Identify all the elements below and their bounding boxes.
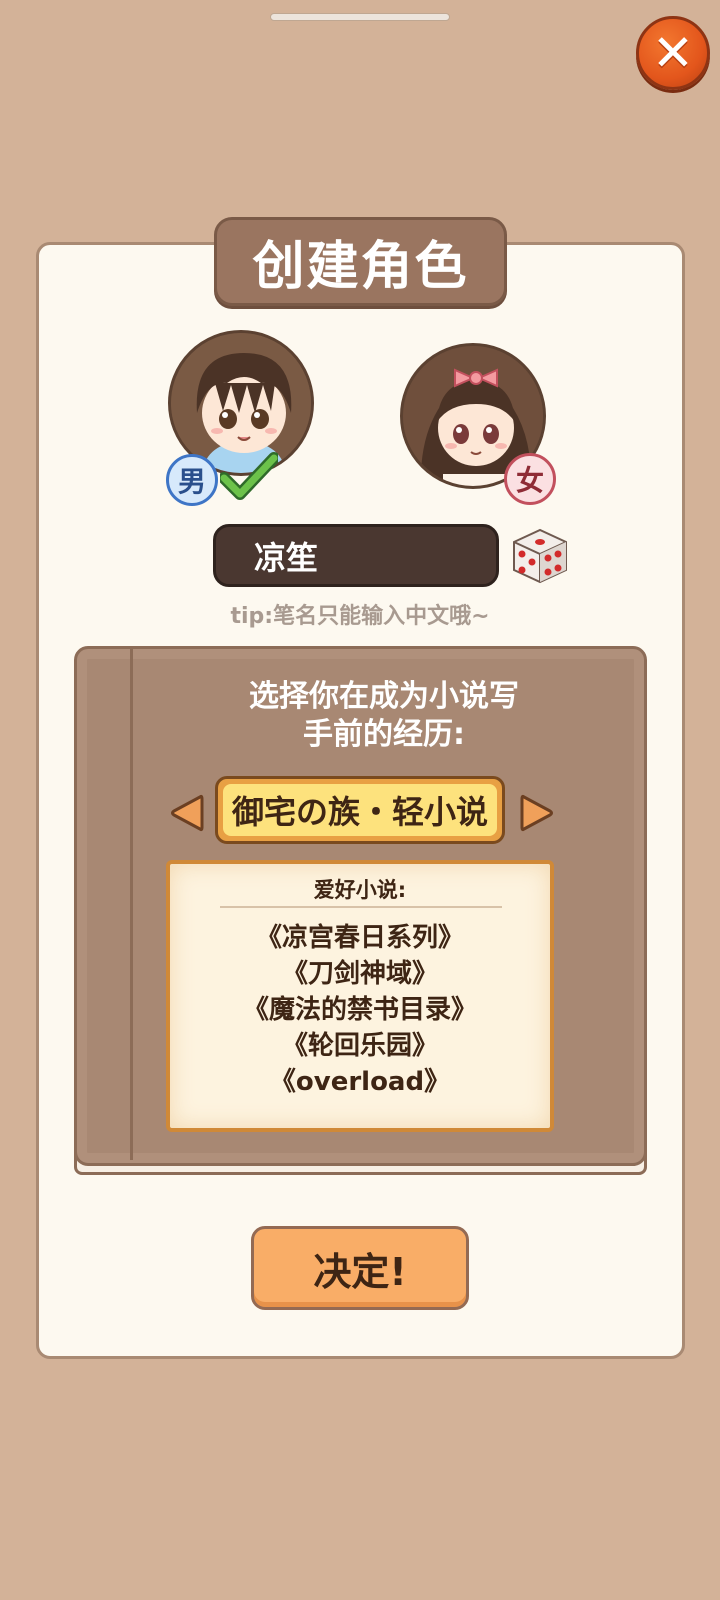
male-gender-badge[interactable]: 男 bbox=[166, 454, 218, 506]
list-item: 《刀剑神域》 bbox=[281, 959, 438, 989]
detail-label: 爱好小说: bbox=[313, 878, 407, 902]
drag-handle[interactable] bbox=[270, 13, 450, 21]
confirm-button[interactable]: 决定! bbox=[251, 1226, 469, 1310]
confirm-label: 决定! bbox=[313, 1249, 407, 1294]
close-icon: ✕ bbox=[652, 24, 694, 82]
experience-heading: 选择你在成为小说写 手前的经历: bbox=[134, 678, 634, 754]
previous-option-arrow-icon[interactable] bbox=[170, 793, 204, 833]
experience-heading-line2: 手前的经历: bbox=[303, 717, 465, 752]
next-option-arrow-icon[interactable] bbox=[520, 793, 554, 833]
list-item: 《凉宫春日系列》 bbox=[255, 923, 464, 953]
experience-book: 选择你在成为小说写 手前的经历: 御宅の族・轻小说 爱好小说: 《凉宫春日系列》… bbox=[74, 646, 647, 1191]
experience-heading-line1: 选择你在成为小说写 bbox=[249, 679, 519, 714]
experience-detail-card: 爱好小说: 《凉宫春日系列》 《刀剑神域》 《魔法的禁书目录》 《轮回乐园》 《… bbox=[166, 860, 554, 1132]
novel-list: 《凉宫春日系列》 《刀剑神域》 《魔法的禁书目录》 《轮回乐园》 《overlo… bbox=[170, 920, 550, 1100]
selected-experience-label: 御宅の族・轻小说 bbox=[231, 793, 488, 831]
pen-name-value: 凉笙 bbox=[254, 538, 319, 577]
list-item: 《轮回乐园》 bbox=[281, 1031, 438, 1061]
pen-name-input[interactable]: 凉笙 bbox=[213, 524, 499, 587]
list-item: 《魔法的禁书目录》 bbox=[242, 995, 477, 1025]
selected-check-icon bbox=[220, 452, 278, 500]
detail-divider bbox=[220, 906, 502, 908]
pen-name-tip: tip:笔名只能输入中文哦~ bbox=[230, 604, 490, 629]
page-title: 创建角色 bbox=[252, 237, 469, 297]
random-name-dice-icon[interactable] bbox=[506, 522, 572, 588]
title-plate: 创建角色 bbox=[214, 217, 507, 306]
female-gender-badge[interactable]: 女 bbox=[504, 453, 556, 505]
book-spine bbox=[130, 648, 133, 1160]
list-item: 《overload》 bbox=[269, 1067, 451, 1097]
experience-option-selector[interactable]: 御宅の族・轻小说 bbox=[215, 776, 505, 844]
close-button[interactable]: ✕ bbox=[636, 16, 710, 90]
